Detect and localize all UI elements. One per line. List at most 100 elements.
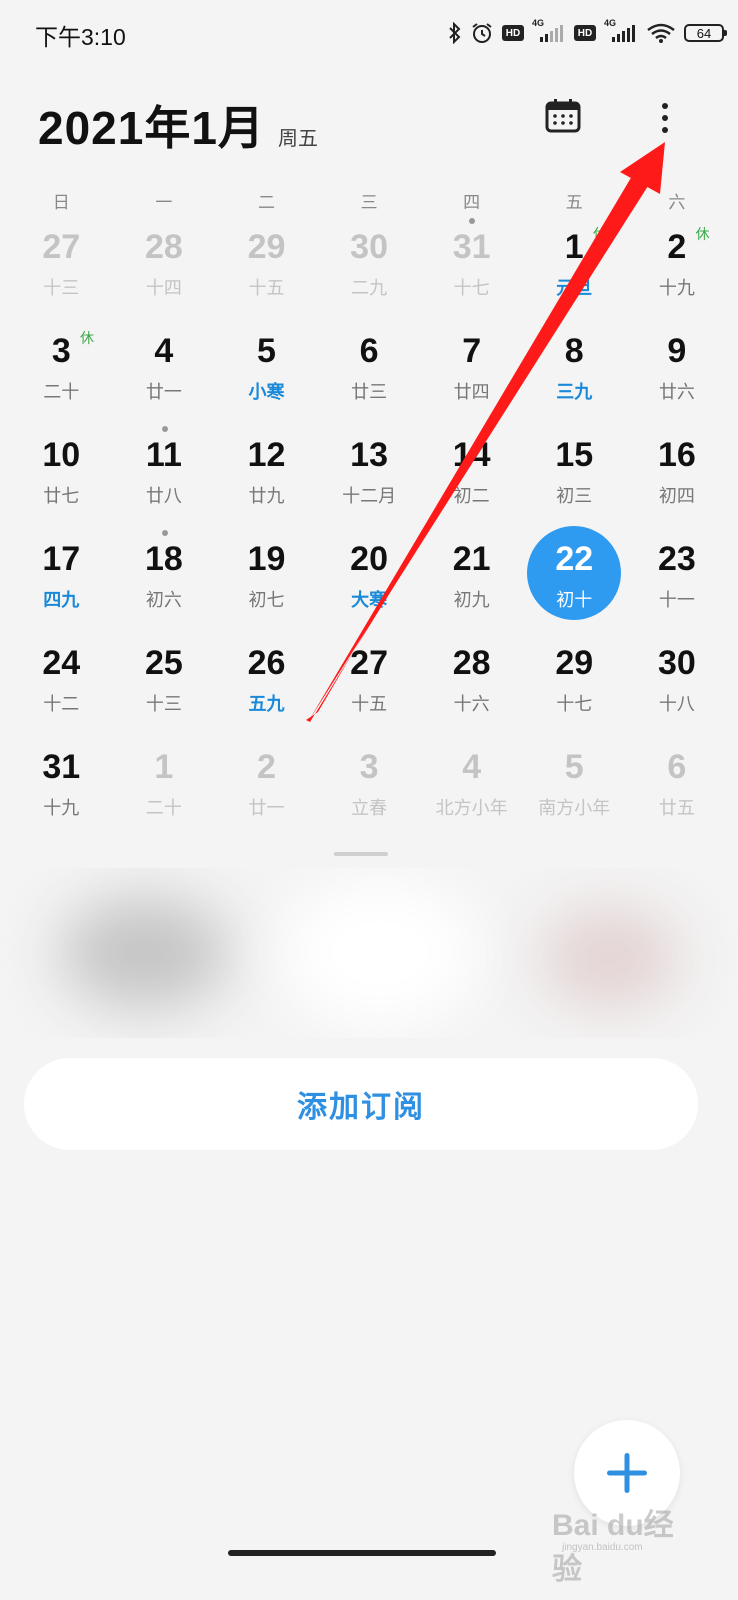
lunar-label: 初九 — [453, 590, 490, 610]
day-cell[interactable]: 3 二十 休 — [10, 324, 113, 428]
day-cell[interactable]: 27 十三 — [10, 220, 113, 324]
lunar-label: 廿八 — [145, 486, 182, 506]
day-cell[interactable]: 14 初二 — [420, 428, 523, 532]
day-cell[interactable]: 26 五九 — [215, 636, 318, 740]
weekday-label: 日 — [52, 193, 70, 212]
signal-icon: 4G — [604, 18, 638, 44]
calendar-icon — [545, 99, 581, 133]
status-time: 下午3:10 — [35, 24, 126, 50]
day-number: 30 — [350, 228, 388, 266]
lunar-label: 廿三 — [351, 382, 388, 402]
weekday-label: 一 — [155, 193, 173, 212]
day-number: 14 — [452, 436, 491, 474]
day-cell[interactable]: 25 十三 — [113, 636, 216, 740]
lunar-label: 五九 — [248, 694, 285, 714]
day-cell[interactable]: 7 廿四 — [420, 324, 523, 428]
day-cell[interactable]: 5 小寒 — [215, 324, 318, 428]
day-cell[interactable]: 13 十二月 — [318, 428, 421, 532]
lunar-label: 十九 — [658, 278, 695, 298]
day-number: 28 — [144, 228, 183, 266]
day-number: 23 — [657, 540, 696, 578]
weekday-label: 六 — [668, 193, 686, 212]
lunar-label: 四九 — [43, 590, 80, 610]
day-cell[interactable]: 24 十二 — [10, 636, 113, 740]
day-number: 5 — [564, 748, 584, 786]
day-number: 4 — [462, 748, 482, 786]
day-cell[interactable]: 4 北方小年 — [420, 740, 523, 844]
day-cell[interactable]: 4 廿一 — [113, 324, 216, 428]
day-cell[interactable]: 2 廿一 — [215, 740, 318, 844]
day-number: 13 — [350, 436, 388, 474]
day-cell[interactable]: 21 初九 — [420, 532, 523, 636]
add-subscription-button[interactable]: 添加订阅 — [24, 1058, 698, 1150]
day-cell[interactable]: 12 廿九 — [215, 428, 318, 532]
day-cell[interactable]: 29 十七 — [523, 636, 626, 740]
day-cell[interactable]: 27 十五 — [318, 636, 421, 740]
lunar-label: 十三 — [43, 278, 80, 298]
day-number: 24 — [42, 644, 81, 682]
weekday-label: 五 — [565, 193, 583, 212]
lunar-label: 十二 — [43, 694, 80, 714]
lunar-label: 二十 — [145, 798, 182, 818]
lunar-label: 十四 — [145, 278, 182, 298]
day-cell[interactable]: 17 四九 — [10, 532, 113, 636]
day-cell[interactable]: 23 十一 — [626, 532, 729, 636]
event-dot — [161, 530, 168, 536]
day-cell[interactable]: 1 二十 — [113, 740, 216, 844]
day-cell[interactable]: 6 廿三 — [318, 324, 421, 428]
day-number: 26 — [247, 644, 286, 682]
lunar-label: 廿四 — [453, 382, 490, 402]
weekday-header: 日一二三四五六 — [10, 188, 730, 213]
lunar-label: 十二月 — [342, 486, 397, 506]
day-number: 5 — [257, 332, 276, 370]
day-number: 1 — [154, 748, 174, 786]
day-cell[interactable]: 2 十九 休 — [626, 220, 729, 324]
day-cell[interactable]: 15 初三 — [523, 428, 626, 532]
network-type-label: 4G — [532, 18, 545, 28]
day-number: 31 — [452, 228, 491, 266]
day-cell[interactable]: 19 初七 — [215, 532, 318, 636]
week-row: 3 二十 休 4 廿一 5 小寒 6 廿三 7 廿四 8 三九 9 廿六 — [10, 324, 730, 428]
day-cell[interactable]: 18 初六 — [113, 530, 216, 636]
day-cell[interactable]: 30 二九 — [318, 220, 421, 324]
day-number: 27 — [42, 228, 81, 266]
lunar-label: 三九 — [556, 382, 593, 402]
signal-icon: 4G — [532, 18, 566, 44]
day-cell[interactable]: 3 立春 — [318, 740, 421, 844]
more-vertical-icon[interactable] — [650, 96, 680, 140]
day-cell[interactable]: 11 廿八 — [113, 426, 216, 532]
day-cell[interactable]: 9 廿六 — [626, 324, 729, 428]
lunar-label: 十七 — [556, 694, 593, 714]
day-cell[interactable]: 30 十八 — [626, 636, 729, 740]
lunar-label: 十八 — [658, 694, 695, 714]
day-cell[interactable]: 5 南方小年 — [523, 740, 626, 844]
today-calendar-button[interactable] — [543, 96, 583, 136]
day-cell[interactable]: 6 廿五 — [626, 740, 729, 844]
day-cell[interactable]: 1 元旦 休 — [523, 220, 626, 324]
day-cell[interactable]: 29 十五 — [215, 220, 318, 324]
day-cell[interactable]: 20 大寒 — [318, 532, 421, 636]
day-cell[interactable]: 10 廿七 — [10, 428, 113, 532]
day-cell-today[interactable]: 22 初十 — [523, 526, 626, 636]
watermark-url: jingyan.baidu.com — [562, 1542, 643, 1553]
day-cell[interactable]: 31 十七 — [420, 218, 523, 324]
drag-handle[interactable] — [334, 852, 388, 856]
lunar-label: 廿一 — [248, 798, 285, 818]
day-number: 6 — [667, 748, 687, 786]
day-cell[interactable]: 28 十四 — [113, 220, 216, 324]
month-grid: 27 十三 28 十四 29 十五 30 二九 31 十七 1 元旦休 2 十九休 3 二十休 4 廿一 5 小寒 6 廿… — [10, 218, 730, 844]
week-row: 31 十九 1 二十 2 廿一 3 立春 4 北方小年 5 南方小年 6 廿五 — [10, 740, 730, 844]
day-number: 30 — [657, 644, 696, 682]
hd-icon: HD — [502, 25, 524, 41]
day-cell[interactable]: 16 初四 — [626, 428, 729, 532]
month-title[interactable]: 2021年1月 — [38, 92, 265, 158]
weekday-label: 二 — [257, 193, 275, 212]
network-type-label: 4G — [604, 18, 617, 28]
week-row: 10 廿七 11 廿八 12 廿九 13 十二月 14 初二 15 初三 16 初四 — [10, 426, 730, 532]
lunar-label: 南方小年 — [538, 798, 611, 818]
day-cell[interactable]: 8 三九 — [523, 324, 626, 428]
day-cell[interactable]: 28 十六 — [420, 636, 523, 740]
day-cell[interactable]: 31 十九 — [10, 740, 113, 844]
home-indicator[interactable] — [228, 1550, 496, 1556]
day-number: 2 — [667, 228, 687, 266]
